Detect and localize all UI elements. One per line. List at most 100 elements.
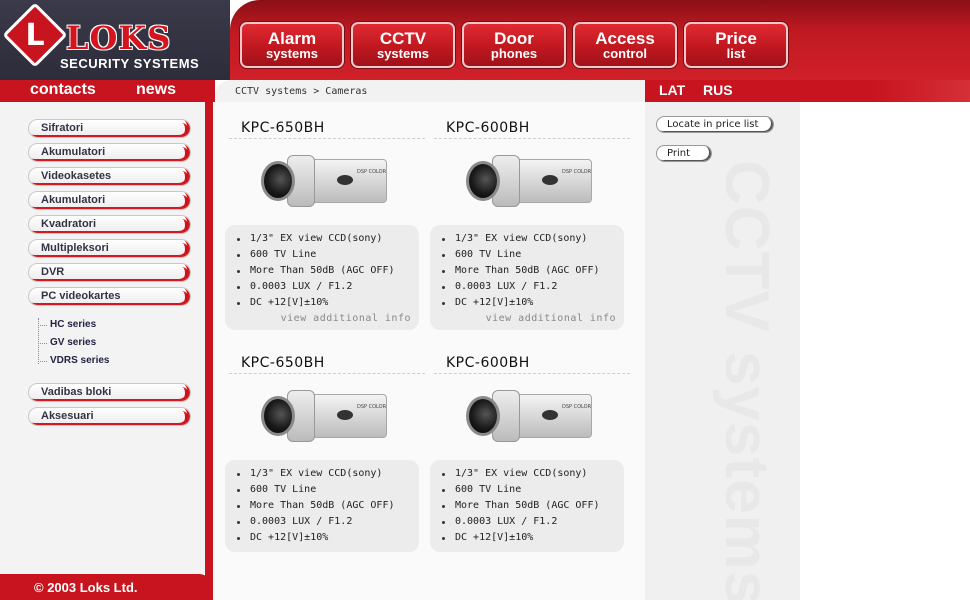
arrow-tab-icon bbox=[178, 123, 188, 135]
arrow-tab-icon bbox=[178, 267, 188, 279]
nav-label: Door bbox=[494, 29, 534, 48]
news-link[interactable]: news bbox=[136, 81, 176, 99]
logo[interactable]: L LOKS SECURITY SYSTEMS bbox=[2, 2, 215, 74]
copyright: © 2003 Loks Ltd. bbox=[34, 580, 138, 595]
spec-item: 1/3" EX view CCD(sony) bbox=[442, 231, 624, 247]
sidebar-divider bbox=[205, 102, 213, 600]
spec-item: DC +12[V]±10% bbox=[237, 295, 419, 311]
nav-label: Alarm bbox=[267, 29, 317, 48]
more-info-link[interactable]: view additional info bbox=[237, 313, 419, 324]
nav-cctv-systems-button[interactable]: CCTV systems bbox=[351, 22, 455, 68]
sidebar-item-kvadratori[interactable]: Kvadratori bbox=[28, 215, 191, 234]
sidebar-item-label: Vadibas bloki bbox=[41, 386, 112, 398]
arrow-tab-icon bbox=[178, 387, 188, 399]
product-title[interactable]: KPC-600BH bbox=[434, 352, 630, 374]
spec-item: 600 TV Line bbox=[442, 482, 624, 498]
camera-image[interactable]: DSP COLOR bbox=[464, 384, 594, 446]
arrow-tab-icon bbox=[178, 411, 188, 423]
sidebar-item-label: DVR bbox=[41, 266, 65, 278]
sidebar-item-dvr[interactable]: DVR bbox=[28, 263, 191, 282]
sidebar-subitem-vdrs-series[interactable]: VDRS series bbox=[38, 354, 109, 368]
camera-image[interactable]: DSP COLOR bbox=[259, 149, 389, 211]
product-card: KPC-600BH DSP COLOR 1/3" EX view CCD(son… bbox=[430, 117, 630, 330]
main-nav: Alarm systems CCTV systems Door phones A… bbox=[240, 22, 788, 68]
sidebar-item-multipleksori[interactable]: Multipleksori bbox=[28, 239, 191, 258]
spec-item: 0.0003 LUX / F1.2 bbox=[442, 279, 624, 295]
nav-price-list-button[interactable]: Price list bbox=[684, 22, 788, 68]
arrow-tab-icon bbox=[178, 291, 188, 303]
top-links-bar: contacts news bbox=[0, 80, 215, 102]
logo-subtitle: SECURITY SYSTEMS bbox=[60, 56, 200, 71]
spec-item: More Than 50dB (AGC OFF) bbox=[237, 263, 419, 279]
section-watermark: CCTV systems bbox=[690, 160, 800, 600]
sidebar-subitem-gv-series[interactable]: GV series bbox=[38, 336, 96, 350]
arrow-tab-icon bbox=[178, 171, 188, 183]
sidebar-subtree: HC series GV series VDRS series bbox=[38, 318, 188, 368]
spec-item: 600 TV Line bbox=[237, 482, 419, 498]
print-button[interactable]: Print bbox=[656, 145, 712, 162]
lang-rus-link[interactable]: RUS bbox=[703, 82, 733, 98]
nav-access-control-button[interactable]: Access control bbox=[573, 22, 677, 68]
sidebar-item-label: Akumulatori bbox=[41, 194, 106, 206]
camera-image[interactable]: DSP COLOR bbox=[259, 384, 389, 446]
camera-label: DSP COLOR bbox=[562, 169, 592, 175]
sidebar-item-label: Aksesuari bbox=[41, 410, 94, 422]
logo-title: LOKS bbox=[66, 19, 172, 57]
spec-item: More Than 50dB (AGC OFF) bbox=[237, 498, 419, 514]
nav-sublabel: systems bbox=[376, 46, 430, 61]
sidebar-item-vadibas-bloki[interactable]: Vadibas bloki bbox=[28, 383, 191, 402]
logo-mark-letter: L bbox=[25, 18, 45, 53]
product-title[interactable]: KPC-650BH bbox=[229, 117, 425, 139]
sidebar-item-videokasetes[interactable]: Videokasetes bbox=[28, 167, 191, 186]
spec-item: 1/3" EX view CCD(sony) bbox=[237, 231, 419, 247]
contacts-link[interactable]: contacts bbox=[30, 81, 96, 99]
footer: © 2003 Loks Ltd. bbox=[0, 574, 213, 600]
camera-image[interactable]: DSP COLOR bbox=[464, 149, 594, 211]
locate-in-price-list-button[interactable]: Locate in price list bbox=[656, 116, 774, 133]
sidebar-item-label: Kvadratori bbox=[41, 218, 97, 230]
nav-label: Price bbox=[715, 29, 757, 48]
nav-sublabel: phones bbox=[490, 46, 538, 61]
sidebar-item-sifratori[interactable]: Sifratori bbox=[28, 119, 191, 138]
arrow-tab-icon bbox=[178, 147, 188, 159]
spec-box: 1/3" EX view CCD(sony) 600 TV Line More … bbox=[430, 460, 624, 552]
arrow-tab-icon bbox=[178, 219, 188, 231]
camera-badge-icon bbox=[337, 175, 353, 185]
spec-item: 600 TV Line bbox=[237, 247, 419, 263]
nav-door-phones-button[interactable]: Door phones bbox=[462, 22, 566, 68]
camera-lens bbox=[466, 396, 500, 436]
nav-sublabel: systems bbox=[265, 46, 319, 61]
lang-lat-link[interactable]: LAT bbox=[659, 82, 685, 98]
sidebar-item-label: Sifratori bbox=[41, 122, 84, 134]
spec-item: DC +12[V]±10% bbox=[442, 295, 624, 311]
header-logo-area: L LOKS SECURITY SYSTEMS bbox=[0, 0, 230, 80]
camera-lens bbox=[466, 161, 500, 201]
spec-item: 1/3" EX view CCD(sony) bbox=[237, 466, 419, 482]
camera-label: DSP COLOR bbox=[357, 169, 387, 175]
spec-box: 1/3" EX view CCD(sony) 600 TV Line More … bbox=[430, 225, 624, 330]
spec-item: DC +12[V]±10% bbox=[442, 530, 624, 546]
spec-item: More Than 50dB (AGC OFF) bbox=[442, 263, 624, 279]
sidebar-item-aksesuari[interactable]: Aksesuari bbox=[28, 407, 191, 426]
sidebar-item-pc-videokartes[interactable]: PC videokartes bbox=[28, 287, 191, 306]
sidebar-subitem-hc-series[interactable]: HC series bbox=[38, 318, 96, 332]
nav-sublabel: list bbox=[726, 46, 746, 61]
spec-item: 0.0003 LUX / F1.2 bbox=[237, 514, 419, 530]
sidebar-item-label: PC videokartes bbox=[41, 290, 121, 302]
spec-list: 1/3" EX view CCD(sony) 600 TV Line More … bbox=[237, 231, 419, 311]
camera-label: DSP COLOR bbox=[562, 404, 592, 410]
spec-item: 1/3" EX view CCD(sony) bbox=[442, 466, 624, 482]
camera-label: DSP COLOR bbox=[357, 404, 387, 410]
product-title[interactable]: KPC-650BH bbox=[229, 352, 425, 374]
sidebar-item-akumulatori[interactable]: Akumulatori bbox=[28, 143, 191, 162]
spec-item: 0.0003 LUX / F1.2 bbox=[237, 279, 419, 295]
product-title[interactable]: KPC-600BH bbox=[434, 117, 630, 139]
nav-sublabel: control bbox=[602, 46, 648, 61]
breadcrumb-bar: CCTV systems > Cameras bbox=[215, 80, 645, 102]
sidebar-item-akumulatori-2[interactable]: Akumulatori bbox=[28, 191, 191, 210]
spec-item: 600 TV Line bbox=[442, 247, 624, 263]
nav-alarm-systems-button[interactable]: Alarm systems bbox=[240, 22, 344, 68]
more-info-link[interactable]: view additional info bbox=[442, 313, 624, 324]
spec-list: 1/3" EX view CCD(sony) 600 TV Line More … bbox=[237, 466, 419, 546]
product-card: KPC-600BH DSP COLOR 1/3" EX view CCD(son… bbox=[430, 352, 630, 552]
